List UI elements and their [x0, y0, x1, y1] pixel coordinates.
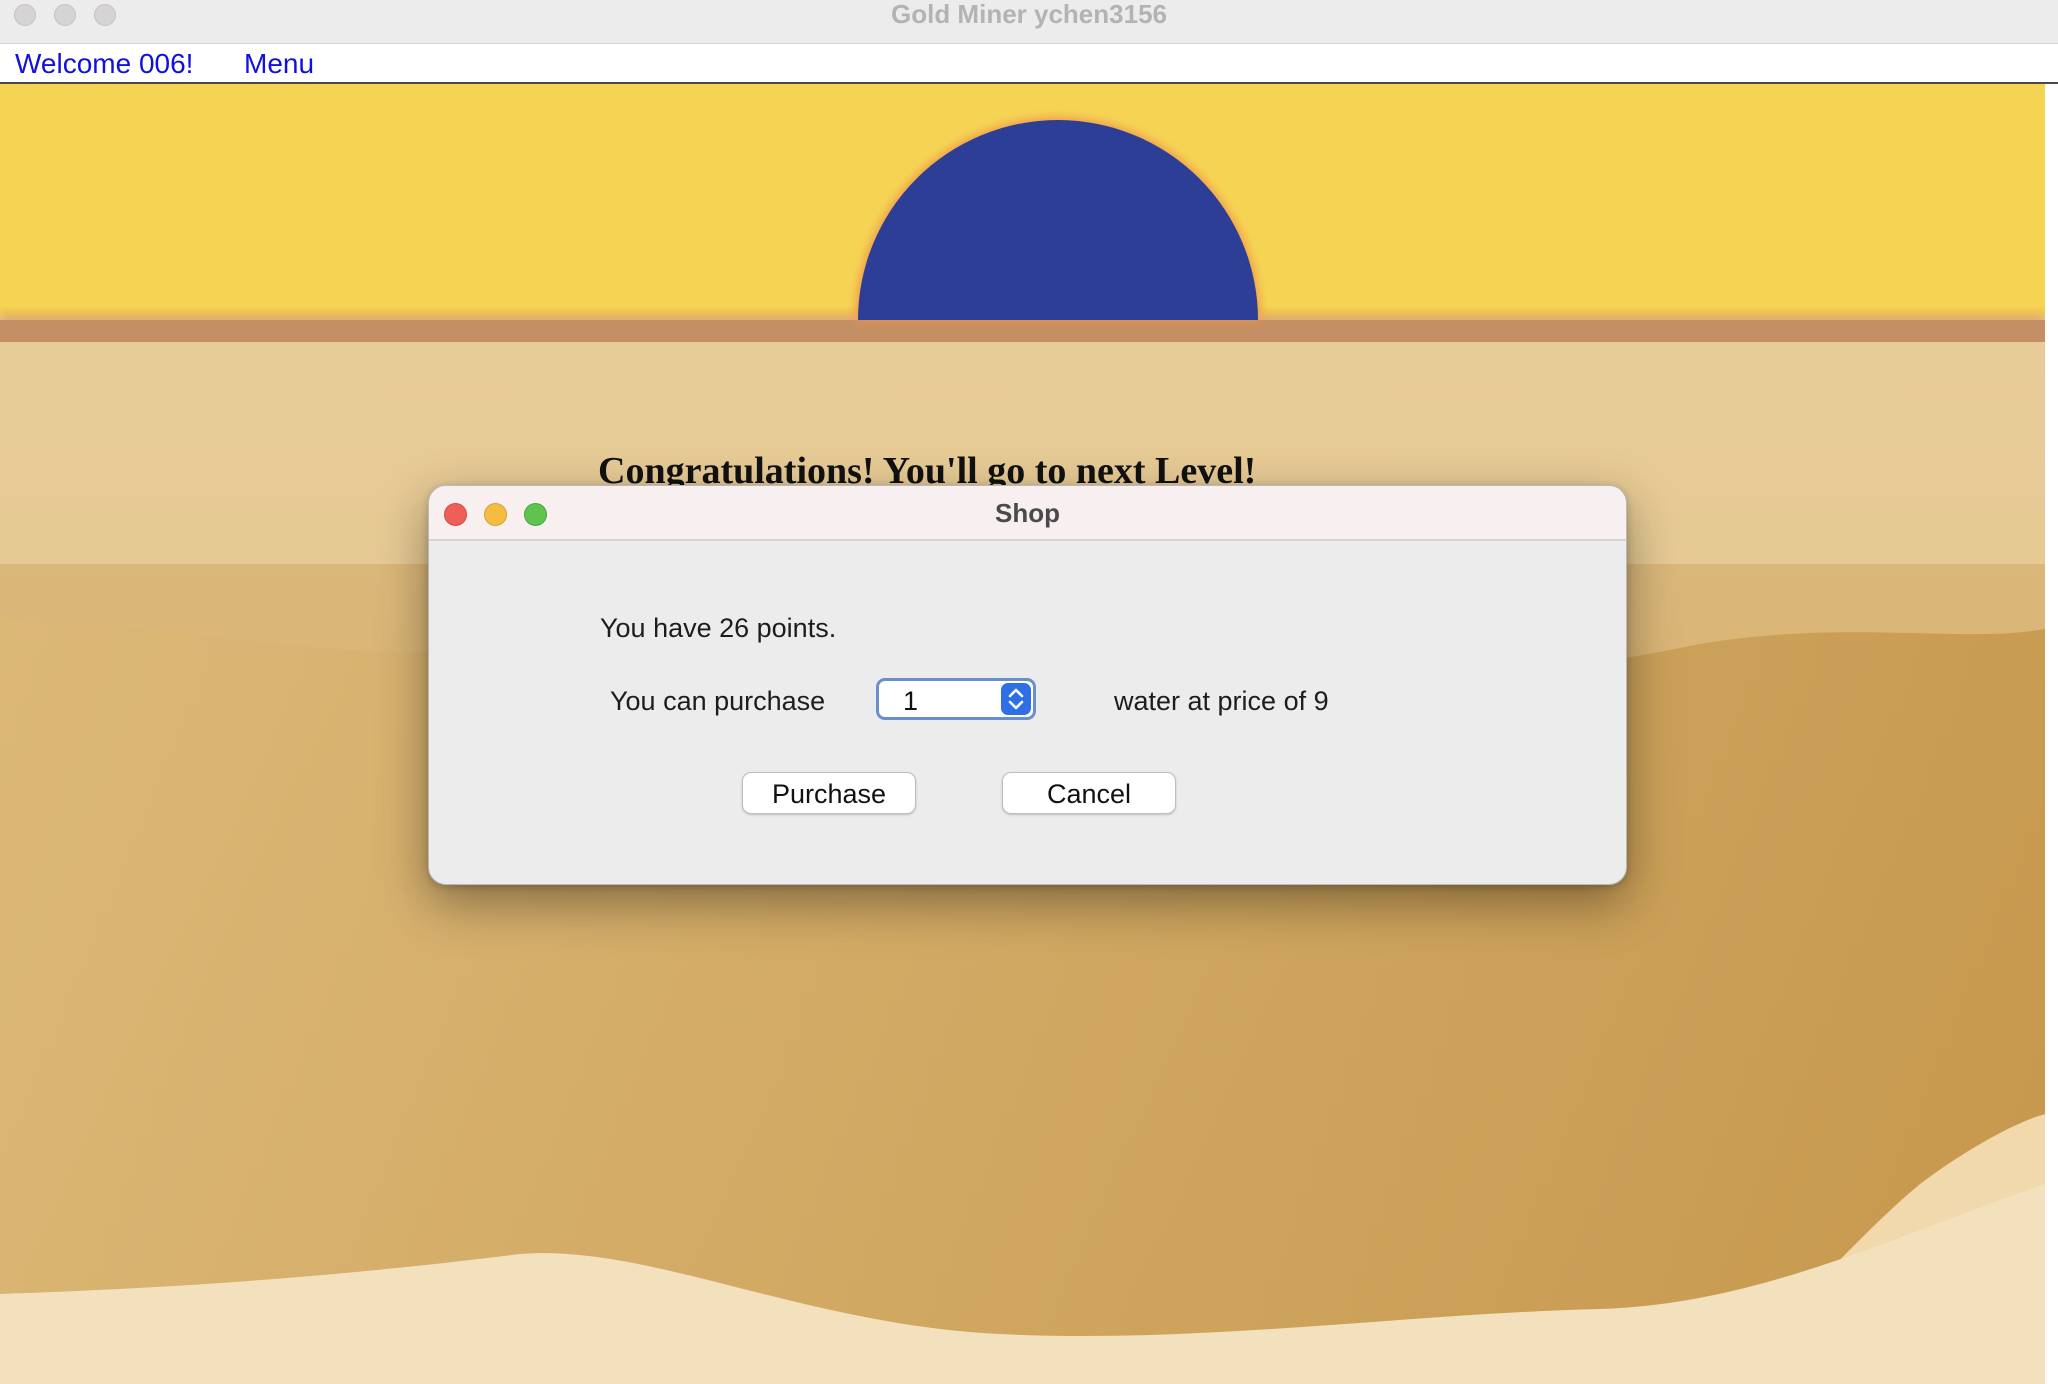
quantity-value[interactable]: 1 [903, 686, 918, 717]
dialog-title: Shop [995, 498, 1060, 528]
shop-dialog: Shop You have 26 points. You can purchas… [428, 485, 1627, 885]
menu-bar: Welcome 006! Menu [0, 44, 2058, 84]
item-price-label: water at price of 9 [1114, 686, 1329, 716]
window-edge [2045, 84, 2058, 1384]
welcome-menu[interactable]: Welcome 006! [15, 48, 193, 80]
window-title: Gold Miner ychen3156 [891, 0, 1167, 29]
main-menu[interactable]: Menu [244, 48, 314, 80]
horizon-bar [0, 320, 2045, 342]
spinner-arrows-icon[interactable] [1001, 683, 1031, 715]
dialog-titlebar: Shop [429, 486, 1626, 541]
cancel-button[interactable]: Cancel [1002, 772, 1176, 814]
purchase-button[interactable]: Purchase [742, 772, 916, 814]
window-titlebar: Gold Miner ychen3156 [0, 0, 2058, 44]
purchase-label: You can purchase [610, 686, 826, 716]
quantity-spinner[interactable]: 1 [876, 678, 1036, 720]
points-label: You have 26 points. [600, 613, 837, 643]
